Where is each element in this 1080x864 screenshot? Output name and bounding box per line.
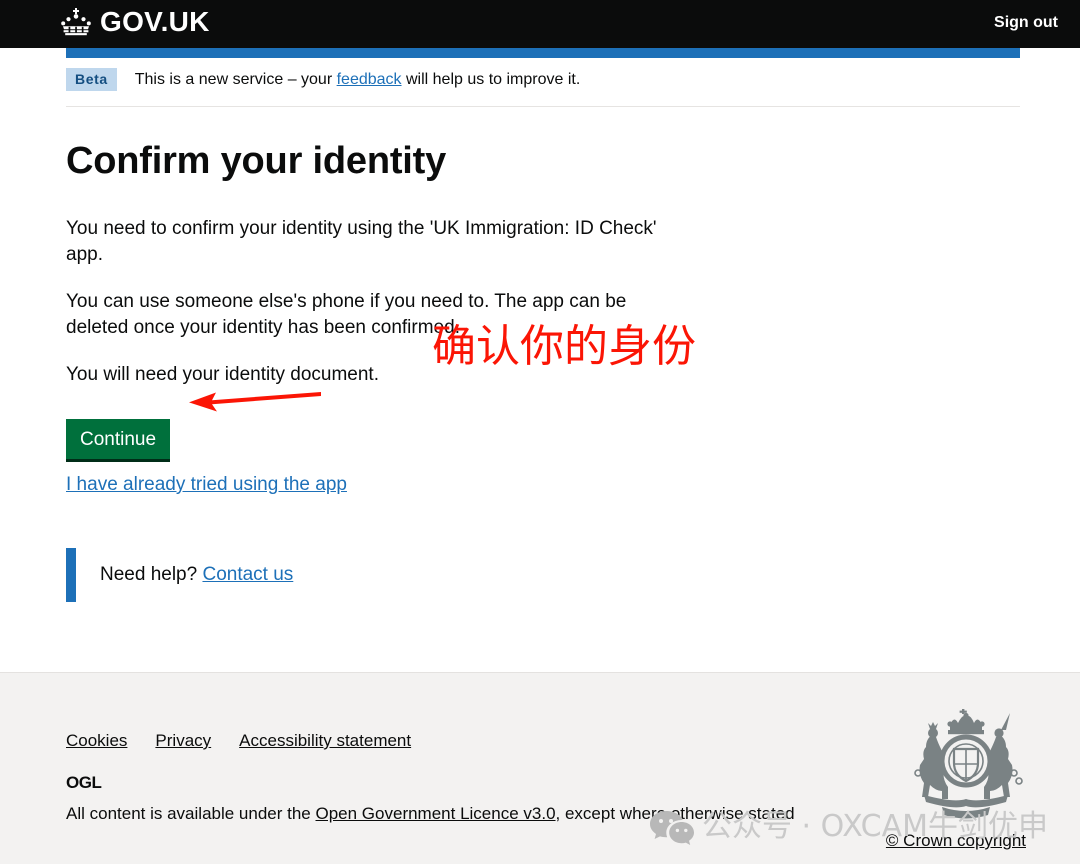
already-tried-app-link[interactable]: I have already tried using the app xyxy=(66,474,347,496)
left-arrow-icon xyxy=(186,384,321,420)
chinese-annotation-text: 确认你的身份 xyxy=(432,321,696,372)
govuk-logo-text: GOV.UK xyxy=(100,6,210,37)
page-root: GOV.UK Sign out Beta This is a new servi… xyxy=(0,0,1080,864)
ogl-logo: OGL xyxy=(66,773,102,792)
site-footer: Cookies Privacy Accessibility statement … xyxy=(0,672,1080,864)
beta-tag: Beta xyxy=(66,68,117,91)
crown-copyright-link[interactable]: © Crown copyright xyxy=(886,831,1026,851)
need-help-line: Need help? Contact us xyxy=(100,564,293,585)
header-inner: GOV.UK Sign out xyxy=(0,0,1080,48)
sign-out-link[interactable]: Sign out xyxy=(994,14,1058,32)
main-content: Confirm your identity You need to confir… xyxy=(66,140,766,462)
footer-link-privacy[interactable]: Privacy xyxy=(155,731,211,751)
page-title: Confirm your identity xyxy=(66,140,447,182)
footer-link-accessibility-statement[interactable]: Accessibility statement xyxy=(239,731,411,751)
footer-links: Cookies Privacy Accessibility statement xyxy=(66,731,411,751)
footer-link-cookies[interactable]: Cookies xyxy=(66,731,127,751)
crown-icon xyxy=(58,7,94,37)
phase-banner: Beta This is a new service – your feedba… xyxy=(66,58,1020,107)
govuk-logo-link[interactable]: GOV.UK xyxy=(58,6,210,38)
contact-us-link[interactable]: Contact us xyxy=(202,564,293,585)
need-help-inset: Need help? Contact us xyxy=(66,548,626,602)
royal-coat-of-arms-icon xyxy=(902,703,1030,823)
phase-text-after: will help us to improve it. xyxy=(401,70,581,88)
need-help-label: Need help? xyxy=(100,564,203,585)
phase-text-before: This is a new service – your xyxy=(134,70,337,88)
intro-paragraph-1: You need to confirm your identity using … xyxy=(66,218,657,265)
licence-suffix: , except where otherwise stated xyxy=(555,804,795,823)
blue-accent-bar xyxy=(66,48,1020,58)
feedback-link[interactable]: feedback xyxy=(337,71,402,88)
open-government-licence-link[interactable]: Open Government Licence v3.0 xyxy=(316,804,556,823)
licence-text: All content is available under the Open … xyxy=(66,801,826,826)
footer-inner: Cookies Privacy Accessibility statement … xyxy=(0,673,1080,864)
licence-prefix: All content is available under the xyxy=(66,804,316,823)
phase-banner-row: Beta This is a new service – your feedba… xyxy=(66,68,1020,91)
phase-banner-text: This is a new service – your feedback wi… xyxy=(135,70,581,90)
site-header: GOV.UK Sign out xyxy=(0,0,1080,48)
continue-button[interactable]: Continue xyxy=(66,419,171,462)
